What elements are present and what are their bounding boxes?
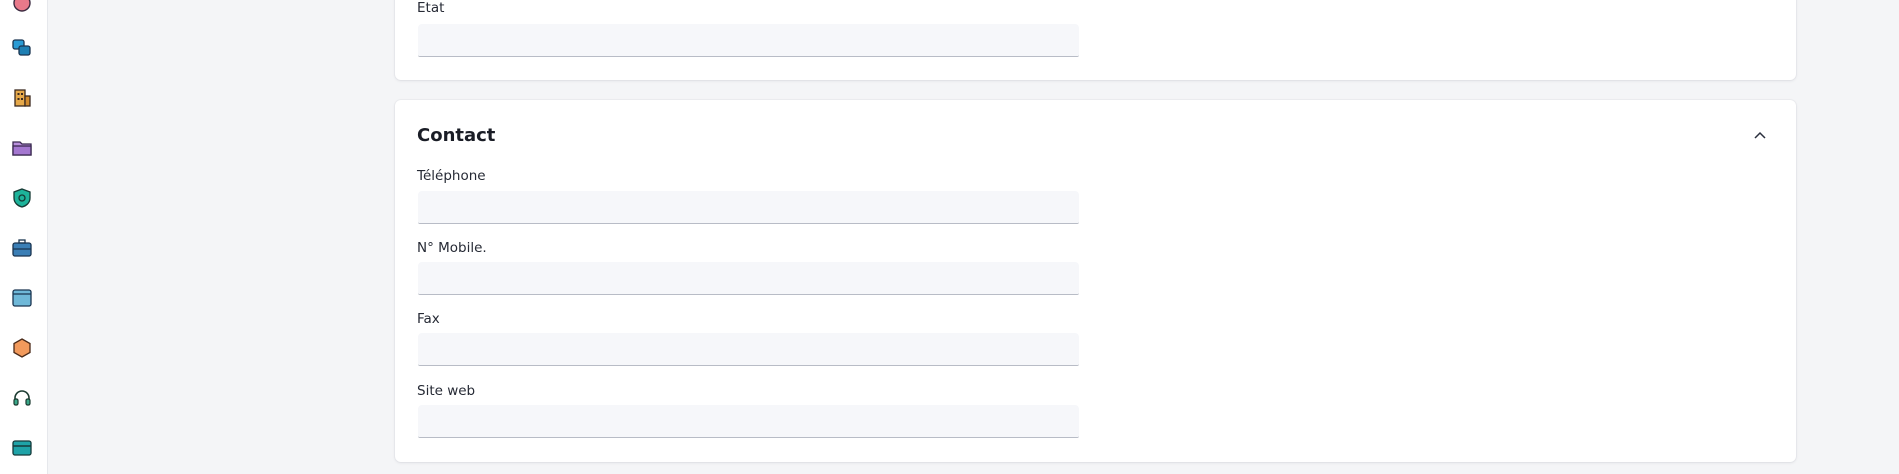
shield-icon[interactable] — [11, 187, 33, 209]
mobile-input[interactable] — [418, 262, 1079, 295]
messages-icon[interactable] — [11, 37, 33, 59]
fax-label: Fax — [417, 311, 440, 327]
partial-top-icon[interactable] — [11, 0, 33, 14]
website-label: Site web — [417, 383, 476, 399]
window-icon[interactable] — [11, 287, 33, 309]
address-card: Etat — [395, 0, 1796, 80]
state-label: Etat — [417, 0, 445, 16]
state-input[interactable] — [418, 24, 1079, 57]
sidebar — [0, 0, 48, 474]
chevron-up-icon[interactable] — [1750, 126, 1770, 146]
section-title: Contact — [417, 125, 496, 146]
hexagon-icon[interactable] — [11, 337, 33, 359]
phone-label: Téléphone — [417, 168, 486, 184]
phone-input[interactable] — [418, 191, 1079, 224]
folder-icon[interactable] — [11, 137, 33, 159]
briefcase-icon[interactable] — [11, 237, 33, 259]
headset-icon[interactable] — [11, 387, 33, 409]
website-input[interactable] — [418, 405, 1079, 438]
mobile-label: N° Mobile. — [417, 240, 487, 256]
fax-input[interactable] — [418, 333, 1079, 366]
building-icon[interactable] — [11, 87, 33, 109]
contact-card: Contact Téléphone N° Mobile. Fax Site we… — [395, 100, 1796, 462]
card-icon[interactable] — [11, 437, 33, 459]
